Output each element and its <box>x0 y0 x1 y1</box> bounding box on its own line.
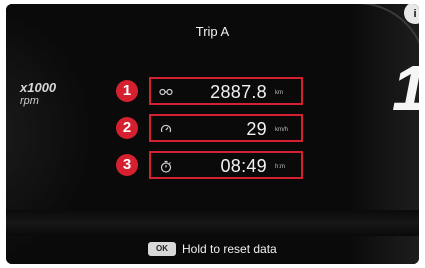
trip-time-row: 08:49 h:m <box>149 151 303 179</box>
marker-badge-2: 2 <box>116 117 138 139</box>
background-band <box>6 210 419 236</box>
tachometer-unit: rpm <box>20 95 39 107</box>
reset-hint: OK Hold to reset data <box>148 242 277 256</box>
trip-time-value: 08:49 <box>220 156 267 176</box>
trip-distance-value: 2887.8 <box>210 82 267 102</box>
ok-button[interactable]: OK <box>148 242 176 256</box>
trip-time-unit: h:m <box>275 164 286 170</box>
marker-badge-3: 3 <box>116 154 138 176</box>
gear-indicator: 1 <box>392 56 419 120</box>
stopwatch-icon <box>159 159 173 173</box>
reset-hint-text: Hold to reset data <box>182 242 277 256</box>
page-title: Trip A <box>195 24 230 39</box>
trip-distance-unit: km <box>275 90 283 96</box>
trip-speed-unit: km/h <box>275 127 289 133</box>
trip-speed-row: 29 km/h <box>149 114 303 142</box>
marker-badge-1: 1 <box>116 80 138 102</box>
instrument-display: i Trip A x1000 rpm 1 1 2887.8 km 2 29 km… <box>6 4 419 264</box>
speedometer-icon <box>159 122 173 136</box>
tachometer-scale: x1000 <box>20 80 57 95</box>
trip-speed-value: 29 <box>246 119 267 139</box>
trip-distance-row: 2887.8 km <box>149 77 303 105</box>
odometer-icon <box>159 85 173 99</box>
